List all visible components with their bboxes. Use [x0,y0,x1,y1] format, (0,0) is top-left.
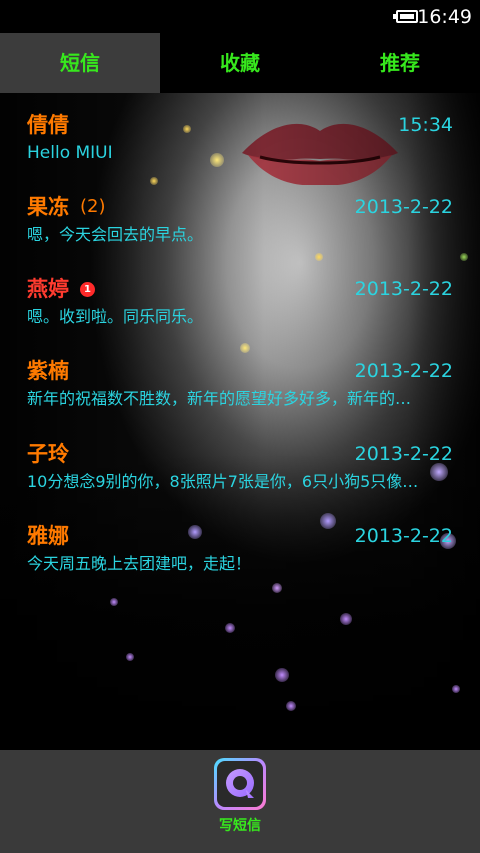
sms-app-screen: 16:49 短信 收藏 推荐 倩倩 15:34 Hello MIUI 果冻 (2… [0,0,480,853]
tab-favorites[interactable]: 收藏 [160,33,320,93]
status-clock: 16:49 [417,6,472,28]
message-date: 2013-2-22 [354,278,453,300]
sparkle [225,623,235,633]
conversation-item[interactable]: 燕婷 1 2013-2-22 嗯。收到啦。同乐同乐。 [0,274,480,354]
compose-label: 写短信 [219,818,261,834]
message-count: (2) [80,196,106,217]
status-bar: 16:49 [0,0,480,33]
chat-bubble-icon [214,758,266,810]
contact-name: 紫楠 [27,359,69,383]
contact-name: 雅娜 [27,524,69,548]
contact-name: 子玲 [27,442,69,466]
message-date: 2013-2-22 [354,525,453,547]
message-preview: Hello MIUI [27,143,113,163]
conversation-item[interactable]: 果冻 (2) 2013-2-22 嗯，今天会回去的早点。 [0,192,480,272]
contact-name: 燕婷 [27,277,69,301]
tab-recommended[interactable]: 推荐 [320,33,480,93]
message-preview: 嗯。收到啦。同乐同乐。 [27,307,204,326]
conversation-item[interactable]: 倩倩 15:34 Hello MIUI [0,110,480,190]
sparkle [275,668,289,682]
message-preview: 新年的祝福数不胜数，新年的愿望好多好多，新年的… [27,389,412,408]
bottom-action-bar: 写短信 [0,750,480,853]
message-date: 15:34 [398,114,453,136]
message-preview: 嗯，今天会回去的早点。 [27,225,204,244]
sparkle [126,653,134,661]
conversation-item[interactable]: 雅娜 2013-2-22 今天周五晚上去团建吧，走起！ [0,521,480,601]
message-date: 2013-2-22 [354,196,453,218]
unread-badge: 1 [80,282,95,297]
conversation-item[interactable]: 紫楠 2013-2-22 新年的祝福数不胜数，新年的愿望好多好多，新年的… [0,356,480,436]
battery-icon [396,10,418,23]
tab-bar: 短信 收藏 推荐 [0,33,480,93]
sparkle [286,701,296,711]
message-preview: 10分想念9别的你，8张照片7张是你，6只小狗5只像… [27,472,419,491]
contact-name: 倩倩 [27,113,69,137]
conversation-item[interactable]: 子玲 2013-2-22 10分想念9别的你，8张照片7张是你，6只小狗5只像… [0,439,480,519]
message-preview: 今天周五晚上去团建吧，走起！ [27,554,252,573]
sparkle [452,685,460,693]
compose-message-button[interactable]: 写短信 [210,756,270,840]
message-date: 2013-2-22 [354,360,453,382]
contact-name: 果冻 [27,195,69,219]
message-date: 2013-2-22 [354,443,453,465]
tab-sms[interactable]: 短信 [0,33,160,93]
sparkle [340,613,352,625]
